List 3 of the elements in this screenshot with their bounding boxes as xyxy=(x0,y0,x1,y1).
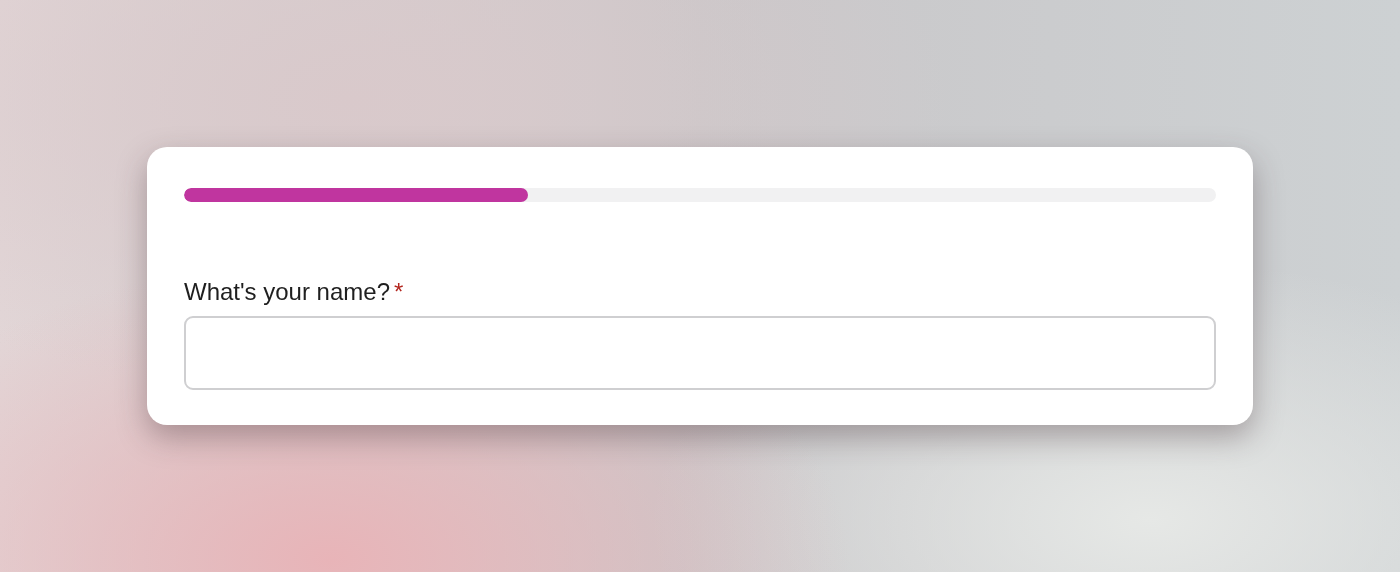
required-mark: * xyxy=(394,278,404,305)
question-label: What's your name? xyxy=(184,278,390,305)
name-input-field[interactable] xyxy=(184,316,1216,390)
